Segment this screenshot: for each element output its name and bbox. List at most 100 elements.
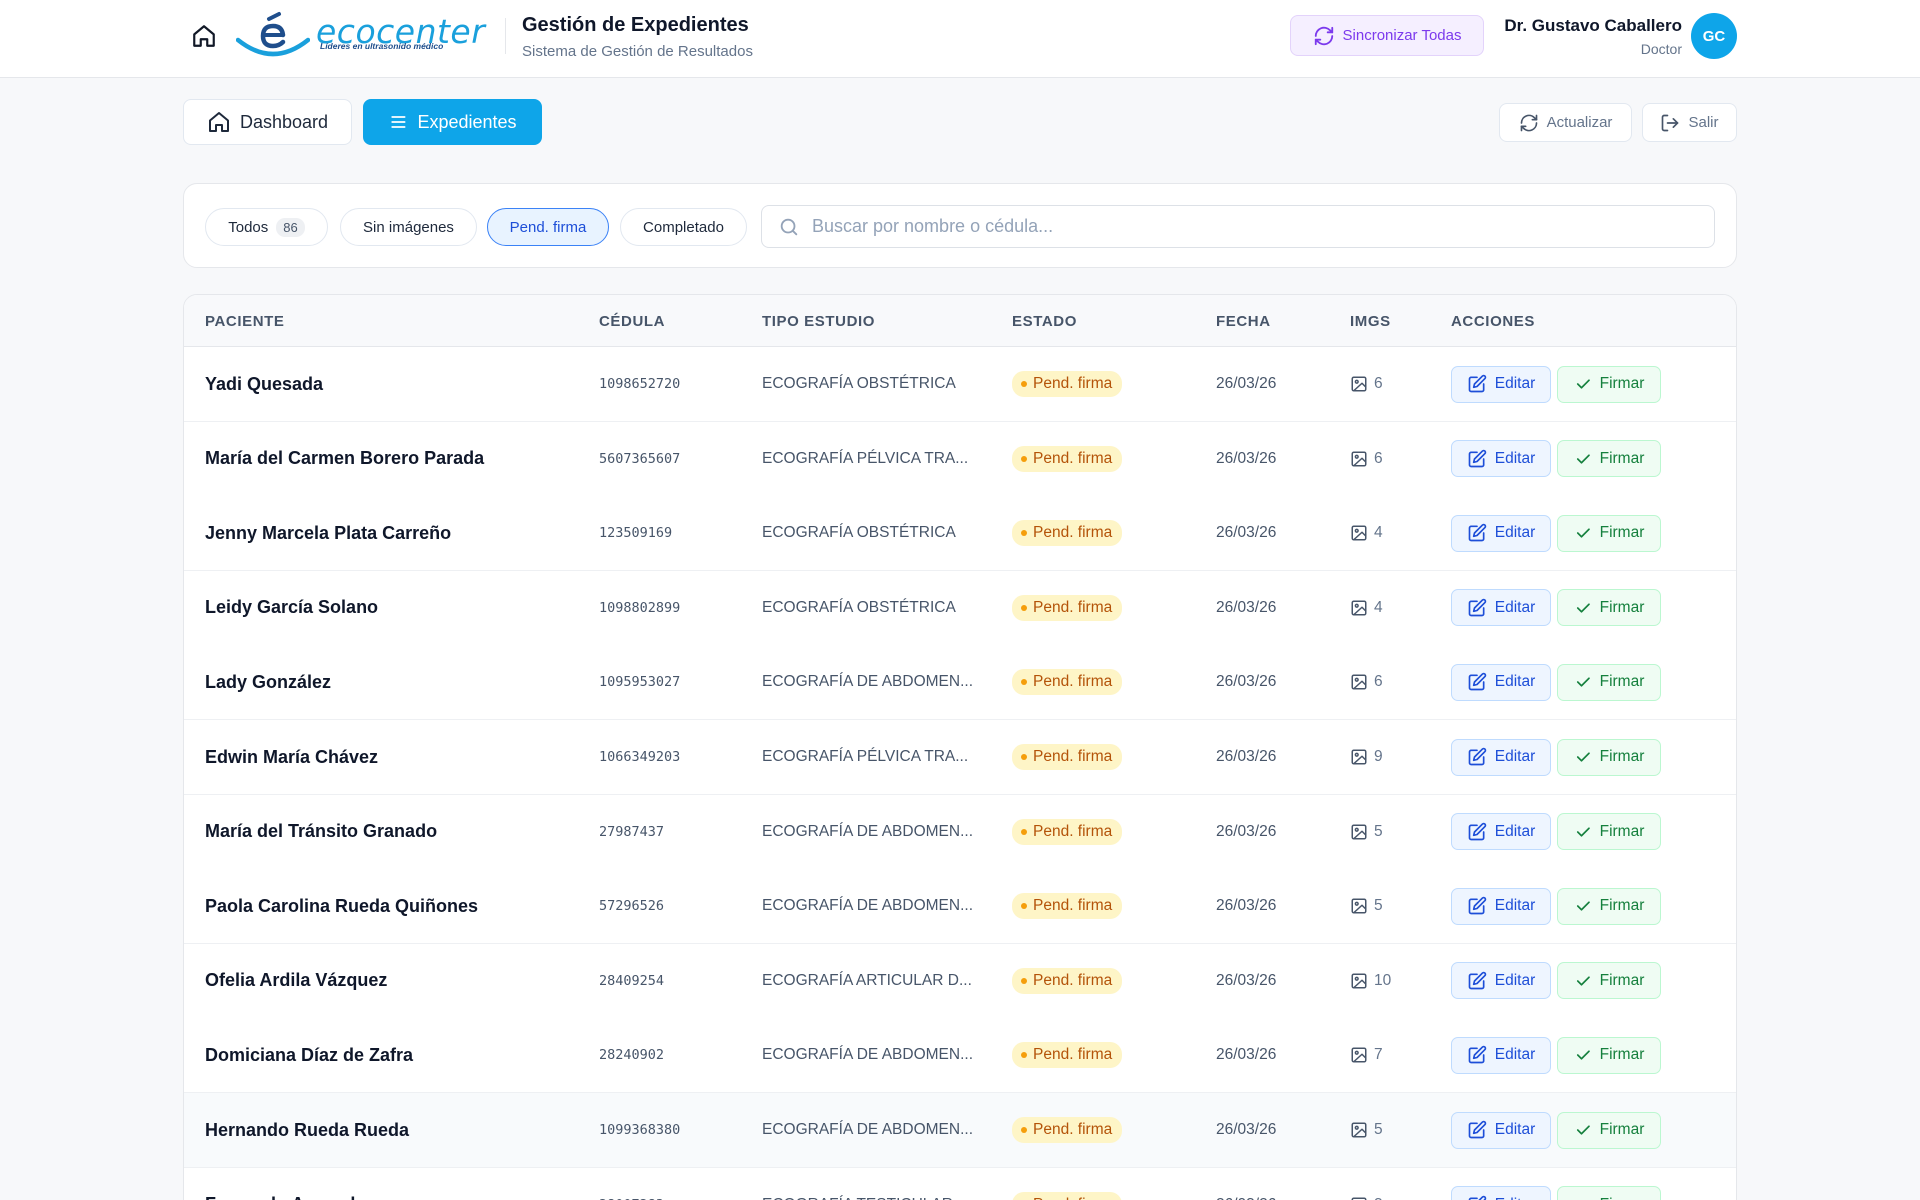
edit-button[interactable]: Editar <box>1451 962 1551 1000</box>
status-dot <box>1021 903 1027 910</box>
sign-button[interactable]: Firmar <box>1557 589 1661 627</box>
refresh-button[interactable]: Actualizar <box>1499 103 1632 142</box>
study-type: ECOGRAFÍA OBSTÉTRICA <box>762 375 956 392</box>
patient-name: María del Carmen Borero Parada <box>205 448 485 469</box>
table-row[interactable]: Lady González 1095953027 ECOGRAFÍA DE AB… <box>184 645 1736 721</box>
image-count: 5 <box>1350 795 1383 869</box>
actions-cell: Editar Firmar <box>1451 645 1661 719</box>
sign-button[interactable]: Firmar <box>1557 440 1661 478</box>
check-icon <box>1574 1196 1592 1200</box>
column-header-cedula: CÉDULA <box>599 313 666 330</box>
status-dot <box>1021 754 1027 760</box>
patient-id: 28240902 <box>599 1047 665 1064</box>
edit-button[interactable]: Editar <box>1451 813 1551 851</box>
sign-button[interactable]: Firmar <box>1557 1036 1661 1074</box>
avatar[interactable]: GC <box>1691 13 1737 59</box>
status-badge: Pend. firma <box>1012 1117 1123 1143</box>
status-dot <box>1021 977 1027 984</box>
image-count: 6 <box>1350 347 1383 421</box>
sign-button[interactable]: Firmar <box>1557 365 1661 403</box>
status-label: Pend. firma <box>1033 822 1113 840</box>
edit-button[interactable]: Editar <box>1451 1036 1551 1074</box>
filter-card: Todos 86 Sin imágenes Pend. firma Comple… <box>183 183 1737 268</box>
sign-button[interactable]: Firmar <box>1557 514 1661 552</box>
home-icon <box>208 112 229 132</box>
image-count: 4 <box>1350 496 1383 570</box>
patient-id: 1098802899 <box>599 599 681 616</box>
edit-button[interactable]: Editar <box>1451 365 1551 403</box>
check-icon <box>1576 677 1590 687</box>
patient-id: 1099368380 <box>599 1122 681 1138</box>
edit-button[interactable]: Editar <box>1451 887 1551 925</box>
sign-button[interactable]: Firmar <box>1557 1111 1661 1149</box>
table-row[interactable]: Paola Carolina Rueda Quiñones 57296526 E… <box>184 869 1736 945</box>
actions-cell: Editar Firmar <box>1451 347 1661 421</box>
table-row[interactable]: María del Carmen Borero Parada 560736560… <box>184 421 1736 497</box>
table-row[interactable]: María del Tránsito Granado 27987437 ECOG… <box>184 794 1736 870</box>
logout-button[interactable]: Salir <box>1642 103 1737 142</box>
edit-button[interactable]: Editar <box>1451 738 1551 776</box>
sign-button[interactable]: Firmar <box>1557 738 1661 776</box>
sign-button[interactable]: Firmar <box>1557 813 1661 851</box>
tab-expedientes-label: Expedientes <box>417 111 517 132</box>
sign-label: Firmar <box>1599 598 1645 616</box>
filter-chip-completado[interactable]: Completado <box>620 208 747 246</box>
search-box[interactable] <box>761 205 1715 248</box>
status-badge: Pend. firma <box>1012 669 1123 696</box>
sign-button[interactable]: Firmar <box>1557 663 1661 701</box>
table-header: PACIENTE CÉDULA TIPO ESTUDIO ESTADO FECH… <box>184 295 1736 347</box>
edit-icon <box>1468 523 1486 542</box>
study-type: ECOGRAFÍA OBSTÉTRICA <box>762 524 956 542</box>
image-icon <box>1351 376 1367 392</box>
patient-id: 28409254 <box>599 972 665 989</box>
filter-chip-pend-firma[interactable]: Pend. firma <box>487 208 609 246</box>
search-input[interactable] <box>812 216 1692 237</box>
edit-button[interactable]: Editar <box>1451 440 1551 478</box>
sync-all-button[interactable]: Sincronizar Todas <box>1290 15 1484 56</box>
table-row[interactable]: Leidy García Solano 1098802899 ECOGRAFÍA… <box>184 570 1736 646</box>
study-date: 26/03/26 <box>1216 822 1277 840</box>
column-header-tipo-estudio: TIPO ESTUDIO <box>762 313 876 330</box>
sign-button[interactable]: Firmar <box>1557 887 1661 925</box>
table-row[interactable]: Jenny Marcela Plata Carreño 123509169 EC… <box>184 496 1736 572</box>
tab-dashboard[interactable]: Dashboard <box>183 99 352 145</box>
sign-button[interactable]: Firmar <box>1557 1186 1661 1200</box>
study-date: 26/03/26 <box>1216 449 1277 467</box>
table-row[interactable]: Domiciana Díaz de Zafra 28240902 ECOGRAF… <box>184 1018 1736 1094</box>
check-icon <box>1576 1125 1590 1135</box>
table-row[interactable]: Yadi Quesada 1098652720 ECOGRAFÍA OBSTÉT… <box>184 347 1736 422</box>
status-label: Pend. firma <box>1033 897 1113 915</box>
image-icon <box>1351 824 1367 840</box>
home-icon <box>193 25 215 47</box>
edit-button[interactable]: Editar <box>1451 1186 1551 1200</box>
status-badge: Pend. firma <box>1012 520 1123 547</box>
edit-button[interactable]: Editar <box>1451 663 1551 701</box>
status-badge: Pend. firma <box>1012 445 1123 472</box>
status-dot <box>1021 604 1027 611</box>
filter-chip-todos[interactable]: Todos 86 <box>205 208 328 246</box>
table-row[interactable]: Ofelia Ardila Vázquez 28409254 ECOGRAFÍA… <box>184 943 1736 1019</box>
patient-name: Paola Carolina Rueda Quiñones <box>205 895 479 916</box>
patient-id: 123509169 <box>599 525 673 542</box>
edit-button[interactable]: Editar <box>1451 514 1551 552</box>
tab-expedientes[interactable]: Expedientes <box>363 99 542 145</box>
patient-id: 27987437 <box>599 823 665 840</box>
status-cell: Pend. firma <box>1012 645 1123 719</box>
table-row[interactable]: Hernando Rueda Rueda 1099368380 ECOGRAFÍ… <box>184 1093 1736 1168</box>
patient-id: 57296526 <box>599 898 665 915</box>
home-button[interactable] <box>190 22 218 50</box>
study-type: ECOGRAFÍA ARTICULAR D... <box>762 971 972 989</box>
status-cell: Pend. firma <box>1012 347 1123 421</box>
edit-icon <box>1468 449 1486 467</box>
table-row[interactable]: Edwin María Chávez 1066349203 ECOGRAFÍA … <box>184 720 1736 795</box>
image-count-value: 6 <box>1374 449 1383 467</box>
filter-chip-sin-imagenes[interactable]: Sin imágenes <box>340 208 477 246</box>
sign-label: Firmar <box>1599 748 1645 765</box>
sign-button[interactable]: Firmar <box>1557 962 1661 1000</box>
edit-button[interactable]: Editar <box>1451 1111 1551 1149</box>
edit-label: Editar <box>1494 375 1536 392</box>
status-label: Pend. firma <box>1033 449 1113 467</box>
table-row[interactable]: Fernando Acevedo 28007283 ECOGRAFÍA TEST… <box>184 1167 1736 1200</box>
edit-button[interactable]: Editar <box>1451 589 1551 627</box>
edit-icon <box>1468 1046 1486 1064</box>
